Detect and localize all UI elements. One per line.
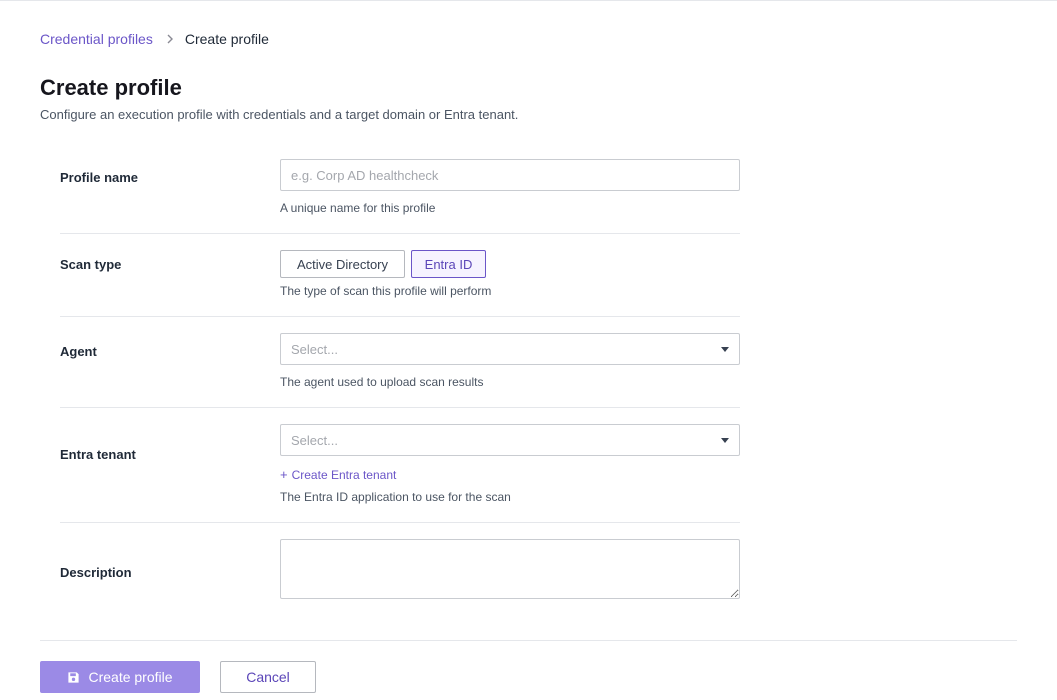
agent-select[interactable]: Select...: [280, 333, 740, 365]
create-profile-button[interactable]: Create profile: [40, 661, 200, 693]
agent-select-placeholder: Select...: [291, 341, 338, 357]
agent-help: The agent used to upload scan results: [280, 375, 484, 389]
entra-tenant-select-placeholder: Select...: [291, 432, 338, 448]
create-profile-button-label: Create profile: [88, 669, 173, 685]
breadcrumb-link-credential-profiles[interactable]: Credential profiles: [40, 31, 153, 47]
scan-type-help: The type of scan this profile will perfo…: [280, 284, 492, 298]
divider: [60, 407, 740, 408]
create-entra-tenant-link[interactable]: + Create Entra tenant: [280, 467, 396, 482]
caret-down-icon: [721, 438, 729, 443]
footer-divider: [40, 640, 1017, 641]
caret-down-icon: [721, 347, 729, 352]
page-subtitle: Configure an execution profile with cred…: [40, 107, 519, 122]
description-label: Description: [60, 565, 132, 580]
cancel-button[interactable]: Cancel: [220, 661, 316, 693]
entra-tenant-help: The Entra ID application to use for the …: [280, 490, 511, 504]
top-border: [0, 0, 1057, 1]
breadcrumb-current: Create profile: [184, 31, 269, 47]
scan-type-entra-id-button[interactable]: Entra ID: [411, 250, 486, 278]
scan-type-label: Scan type: [60, 257, 122, 272]
entra-tenant-select[interactable]: Select...: [280, 424, 740, 456]
entra-tenant-label: Entra tenant: [60, 447, 136, 462]
page-title: Create profile: [40, 75, 182, 100]
plus-icon: +: [280, 467, 288, 482]
agent-label: Agent: [60, 344, 97, 359]
divider: [60, 522, 740, 523]
scan-type-active-directory-button[interactable]: Active Directory: [280, 250, 405, 278]
profile-name-help: A unique name for this profile: [280, 201, 436, 215]
create-entra-tenant-label: Create Entra tenant: [291, 467, 397, 482]
profile-name-label: Profile name: [60, 170, 139, 185]
chevron-right-icon: [166, 34, 174, 44]
save-icon: [67, 671, 80, 684]
divider: [60, 233, 740, 234]
breadcrumb: Credential profiles Create profile: [40, 30, 269, 48]
profile-name-input[interactable]: [280, 159, 740, 191]
description-textarea[interactable]: [280, 539, 740, 599]
divider: [60, 316, 740, 317]
